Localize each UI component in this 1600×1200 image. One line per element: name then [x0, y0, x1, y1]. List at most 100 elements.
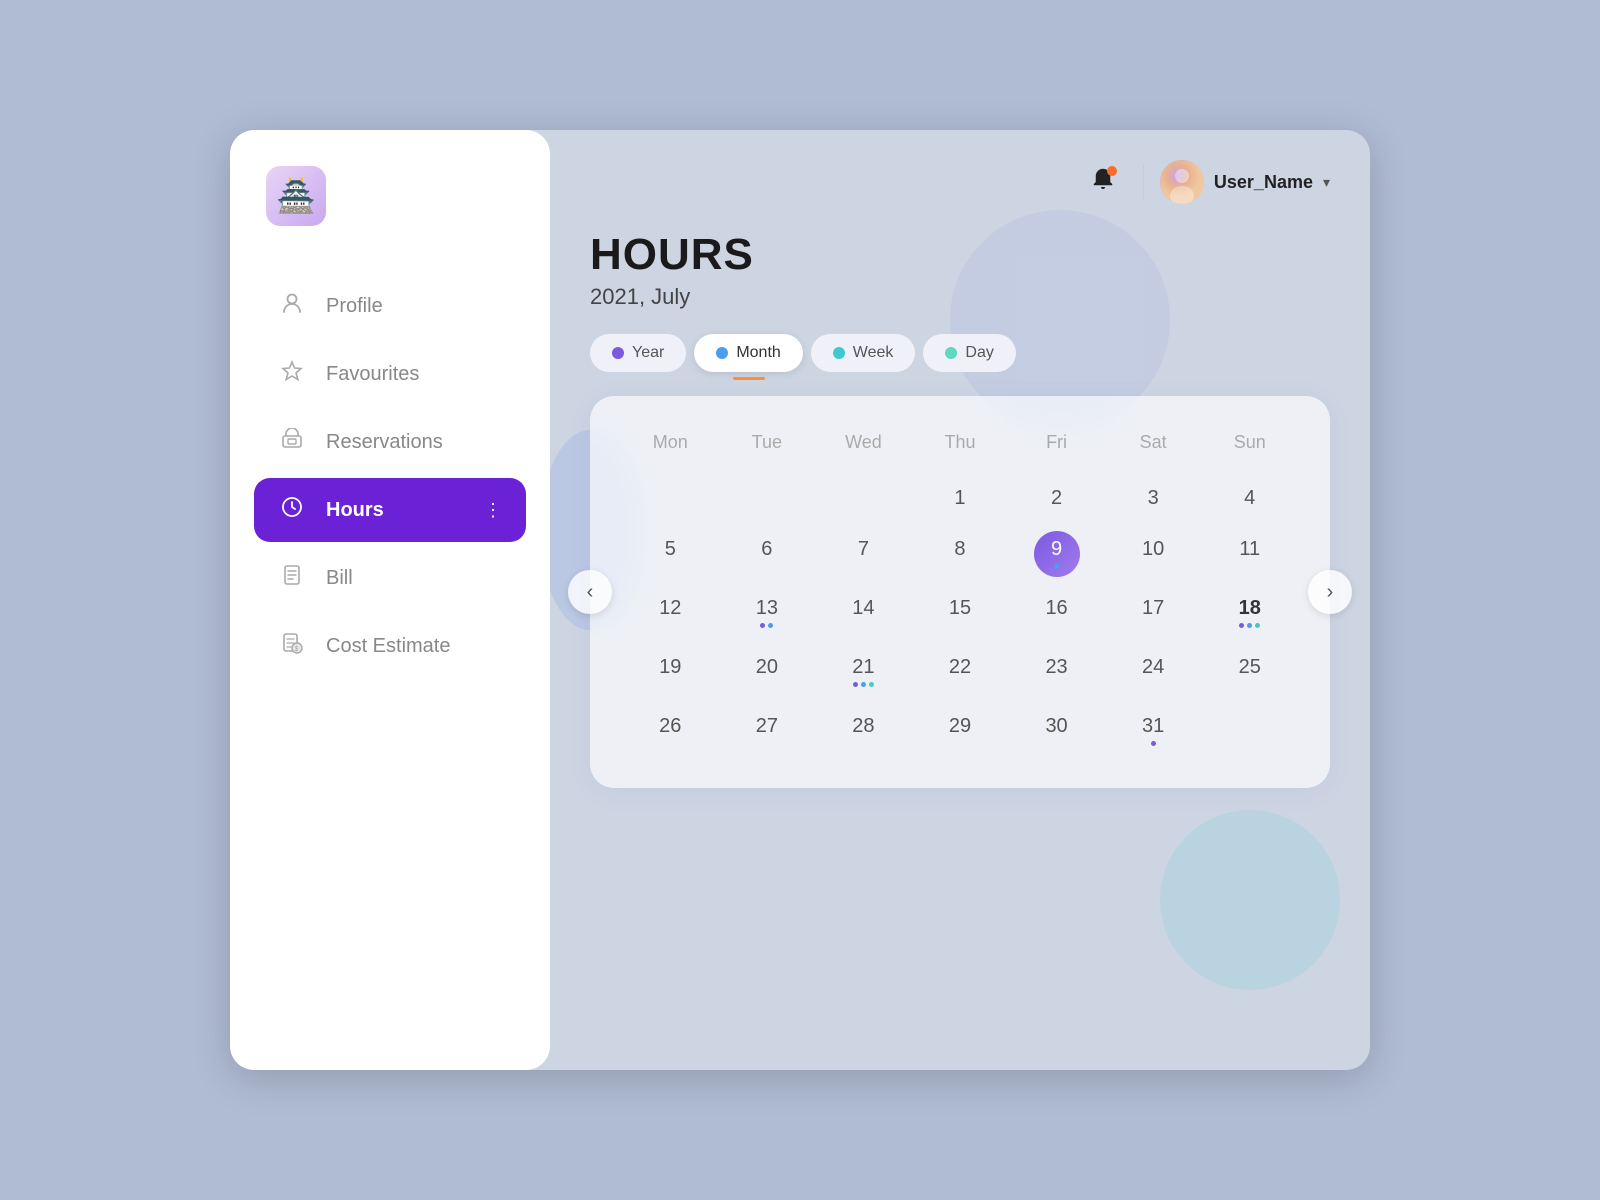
cal-day-29[interactable]: 29: [912, 701, 1009, 760]
tab-year[interactable]: Year: [590, 334, 686, 372]
cal-day-1[interactable]: 1: [912, 473, 1009, 524]
bill-label: Bill: [326, 567, 353, 590]
cal-day-5[interactable]: 5: [622, 524, 719, 583]
page-title: HOURS: [590, 230, 1330, 280]
week-dot: [833, 347, 845, 359]
dot-purple-18: [1239, 623, 1244, 628]
tab-week[interactable]: Week: [811, 334, 916, 372]
cal-day-26[interactable]: 26: [622, 701, 719, 760]
profile-label: Profile: [326, 295, 383, 318]
deco-circle-2: [1160, 810, 1340, 990]
app-container: 🏯 Profile: [230, 130, 1370, 1070]
sidebar-item-reservations[interactable]: Reservations: [254, 410, 526, 474]
cal-header-tue: Tue: [719, 424, 816, 473]
favourites-label: Favourites: [326, 363, 419, 386]
cal-day-23[interactable]: 23: [1008, 642, 1105, 701]
dot-teal-18: [1255, 623, 1260, 628]
cal-header-thu: Thu: [912, 424, 1009, 473]
year-tab-label: Year: [632, 344, 664, 362]
dot-purple-31: [1151, 741, 1156, 746]
header-divider: [1143, 164, 1144, 200]
cal-day-10[interactable]: 10: [1105, 524, 1202, 583]
cost-estimate-icon: $: [278, 632, 306, 660]
cal-header-fri: Fri: [1008, 424, 1105, 473]
header: User_Name ▾: [550, 130, 1370, 206]
page-body: HOURS 2021, July Year Month Week: [550, 206, 1370, 788]
dot-blue: [1054, 564, 1059, 569]
cal-day-4[interactable]: 4: [1201, 473, 1298, 524]
profile-icon: [278, 292, 306, 320]
cal-day-17[interactable]: 17: [1105, 583, 1202, 642]
sidebar-item-cost-estimate[interactable]: $ Cost Estimate: [254, 614, 526, 678]
sidebar: 🏯 Profile: [230, 130, 550, 1070]
week-tab-label: Week: [853, 344, 894, 362]
tab-day[interactable]: Day: [923, 334, 1015, 372]
user-menu-button[interactable]: User_Name ▾: [1160, 160, 1330, 204]
sidebar-item-favourites[interactable]: Favourites: [254, 342, 526, 406]
dot-purple-21: [853, 682, 858, 687]
cal-header-sat: Sat: [1105, 424, 1202, 473]
cal-day-13[interactable]: 13: [719, 583, 816, 642]
cal-day-16[interactable]: 16: [1008, 583, 1105, 642]
cal-day-22[interactable]: 22: [912, 642, 1009, 701]
cal-day-30[interactable]: 30: [1008, 701, 1105, 760]
day-tab-label: Day: [965, 344, 993, 362]
sidebar-item-hours[interactable]: Hours ⋮: [254, 478, 526, 542]
cost-estimate-label: Cost Estimate: [326, 635, 450, 658]
cal-day-21[interactable]: 21: [815, 642, 912, 701]
cal-day-18-week3[interactable]: 18: [1201, 583, 1298, 642]
cal-day-empty: [622, 473, 719, 524]
month-dot: [716, 347, 728, 359]
cal-day-2[interactable]: 2: [1008, 473, 1105, 524]
user-name: User_Name: [1214, 172, 1313, 193]
day-dot: [945, 347, 957, 359]
sidebar-logo: 🏯: [230, 166, 550, 274]
month-tab-label: Month: [736, 344, 780, 362]
year-dot: [612, 347, 624, 359]
page-subtitle: 2021, July: [590, 284, 1330, 310]
cal-day-20[interactable]: 20: [719, 642, 816, 701]
cal-day-3[interactable]: 3: [1105, 473, 1202, 524]
dot-blue-18: [1247, 623, 1252, 628]
cal-day-25[interactable]: 25: [1201, 642, 1298, 701]
calendar-next-button[interactable]: ›: [1308, 570, 1352, 614]
tab-month[interactable]: Month: [694, 334, 802, 372]
cal-day-12[interactable]: 12: [622, 583, 719, 642]
chevron-down-icon: ▾: [1323, 174, 1330, 191]
cal-day-6[interactable]: 6: [719, 524, 816, 583]
cal-day-31[interactable]: 31: [1105, 701, 1202, 760]
cal-day-19[interactable]: 19: [622, 642, 719, 701]
sidebar-item-profile[interactable]: Profile: [254, 274, 526, 338]
main-content: User_Name ▾ HOURS 2021, July Year Month: [550, 130, 1370, 1070]
svg-text:$: $: [295, 646, 299, 653]
dot-teal-21: [869, 682, 874, 687]
view-tabs: Year Month Week Day: [590, 334, 1330, 372]
cal-day-14[interactable]: 14: [815, 583, 912, 642]
cal-day-11[interactable]: 11: [1201, 524, 1298, 583]
dot-blue-21: [861, 682, 866, 687]
hours-icon: [278, 496, 306, 524]
nav-more-icon[interactable]: ⋮: [484, 500, 502, 521]
cal-day-28[interactable]: 28: [815, 701, 912, 760]
calendar-grid: Mon Tue Wed Thu Fri Sat Sun 1 2 3 4: [622, 424, 1298, 760]
dot-purple-13: [760, 623, 765, 628]
app-logo-icon: 🏯: [266, 166, 326, 226]
cal-day-empty-end: [1201, 701, 1298, 760]
header-actions: User_Name ▾: [1079, 158, 1330, 206]
notification-button[interactable]: [1079, 158, 1127, 206]
cal-day-24[interactable]: 24: [1105, 642, 1202, 701]
dot-blue-13: [768, 623, 773, 628]
cal-day-15[interactable]: 15: [912, 583, 1009, 642]
cal-day-27[interactable]: 27: [719, 701, 816, 760]
cal-day-9-today[interactable]: 9: [1008, 524, 1105, 583]
calendar-prev-button[interactable]: ‹: [568, 570, 612, 614]
calendar-card: ‹ › Mon Tue Wed Thu Fri Sat Sun 1 2: [590, 396, 1330, 788]
reservations-label: Reservations: [326, 431, 443, 454]
cal-header-mon: Mon: [622, 424, 719, 473]
sidebar-item-bill[interactable]: Bill: [254, 546, 526, 610]
cal-day-empty: [815, 473, 912, 524]
cal-day-8[interactable]: 8: [912, 524, 1009, 583]
bill-icon: [278, 564, 306, 592]
cal-day-7[interactable]: 7: [815, 524, 912, 583]
sidebar-nav: Profile Favourites: [230, 274, 550, 678]
